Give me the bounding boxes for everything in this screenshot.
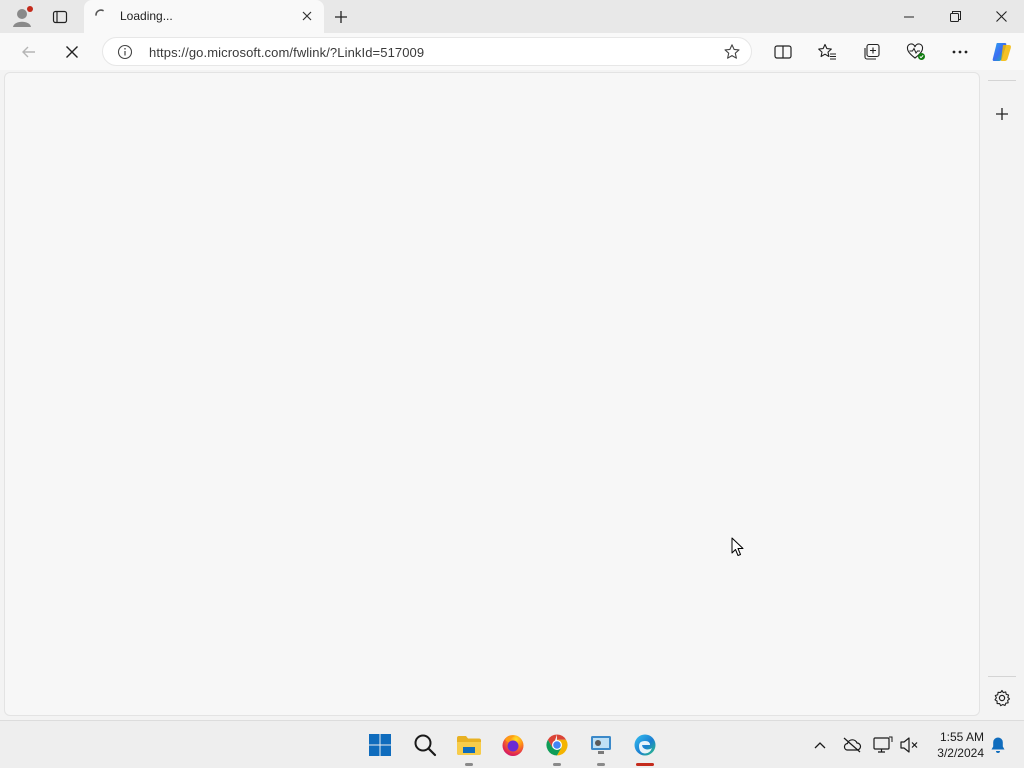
chrome-icon: [546, 734, 568, 756]
clock-time: 1:55 AM: [939, 730, 984, 744]
close-window-button[interactable]: [978, 0, 1024, 33]
taskbar-clock[interactable]: 1:55 AM 3/2/2024: [928, 729, 984, 761]
page-content-area[interactable]: [4, 72, 980, 716]
sidebar-add-button[interactable]: [990, 102, 1014, 126]
running-indicator: [465, 763, 473, 766]
more-options-button[interactable]: [945, 37, 975, 66]
url-text[interactable]: https://go.microsoft.com/fwlink/?LinkId=…: [149, 45, 424, 60]
loading-spinner-icon: [95, 9, 104, 16]
edge-icon: [634, 734, 656, 756]
back-arrow-icon: [22, 46, 35, 57]
volume-status[interactable]: [897, 733, 921, 757]
cloud-offline-icon: [843, 737, 862, 753]
active-indicator: [636, 763, 654, 766]
favorites-button[interactable]: [812, 37, 842, 66]
chrome-button[interactable]: [541, 729, 573, 766]
back-button[interactable]: [14, 37, 44, 66]
running-indicator: [597, 763, 605, 766]
profile-icon: [13, 5, 33, 27]
copilot-icon: [992, 42, 1011, 61]
plus-icon: [996, 108, 1008, 120]
clock-date: 3/2/2024: [937, 746, 984, 760]
file-explorer-button[interactable]: [453, 729, 485, 766]
close-icon: [995, 11, 1007, 22]
running-indicator: [553, 763, 561, 766]
tab-title: Loading...: [120, 9, 173, 23]
minimize-button[interactable]: [886, 0, 932, 33]
copilot-button[interactable]: [987, 37, 1017, 66]
collections-icon: [864, 43, 880, 60]
sidebar-divider: [988, 676, 1016, 677]
onedrive-status[interactable]: [840, 733, 864, 757]
firefox-icon: [502, 735, 524, 756]
search-icon: [414, 734, 437, 757]
edge-sidebar: [982, 70, 1024, 718]
notifications-button[interactable]: [986, 733, 1010, 757]
tab-bar: Loading...: [0, 0, 1024, 33]
address-bar[interactable]: https://go.microsoft.com/fwlink/?LinkId=…: [102, 37, 752, 66]
network-icon: [873, 736, 893, 753]
tab-loading[interactable]: Loading...: [84, 0, 324, 33]
add-favorite-button[interactable]: [723, 43, 741, 66]
profile-button[interactable]: [6, 0, 40, 33]
plus-icon: [335, 10, 347, 23]
restore-button[interactable]: [932, 0, 978, 33]
sidebar-divider: [988, 80, 1016, 81]
favorites-icon: [818, 43, 836, 60]
split-screen-icon: [774, 44, 792, 59]
close-icon: [302, 11, 312, 21]
edge-button[interactable]: [629, 729, 661, 766]
network-tool-button[interactable]: [585, 729, 617, 766]
monitor-app-icon: [591, 736, 611, 754]
stop-x-icon: [66, 45, 78, 58]
show-hidden-icons-button[interactable]: [808, 733, 832, 757]
taskbar: 1:55 AM 3/2/2024: [0, 720, 1024, 768]
info-icon[interactable]: [117, 44, 133, 65]
mouse-cursor-icon: [731, 537, 744, 556]
network-status[interactable]: [871, 733, 895, 757]
restore-icon: [949, 11, 961, 22]
bell-icon: [991, 737, 1005, 753]
collections-button[interactable]: [857, 37, 887, 66]
performance-button[interactable]: [901, 37, 931, 66]
minimize-icon: [904, 16, 914, 17]
more-icon: [952, 50, 968, 53]
tab-close-button[interactable]: [300, 9, 314, 23]
gear-icon: [994, 689, 1011, 707]
stop-loading-button[interactable]: [57, 37, 87, 66]
folder-icon: [457, 736, 481, 755]
navigation-toolbar: https://go.microsoft.com/fwlink/?LinkId=…: [0, 33, 1024, 70]
tab-actions-icon: [52, 10, 68, 23]
search-button[interactable]: [409, 729, 441, 761]
chevron-up-icon: [814, 742, 826, 749]
start-button[interactable]: [364, 729, 396, 761]
firefox-button[interactable]: [497, 729, 529, 761]
volume-muted-icon: [900, 737, 918, 753]
split-screen-button[interactable]: [768, 37, 798, 66]
tab-actions-button[interactable]: [46, 0, 74, 33]
windows-start-icon: [369, 734, 391, 756]
sidebar-settings-button[interactable]: [990, 686, 1014, 710]
star-icon: [724, 44, 740, 59]
heart-pulse-icon: [906, 42, 925, 60]
new-tab-button[interactable]: [328, 0, 354, 33]
